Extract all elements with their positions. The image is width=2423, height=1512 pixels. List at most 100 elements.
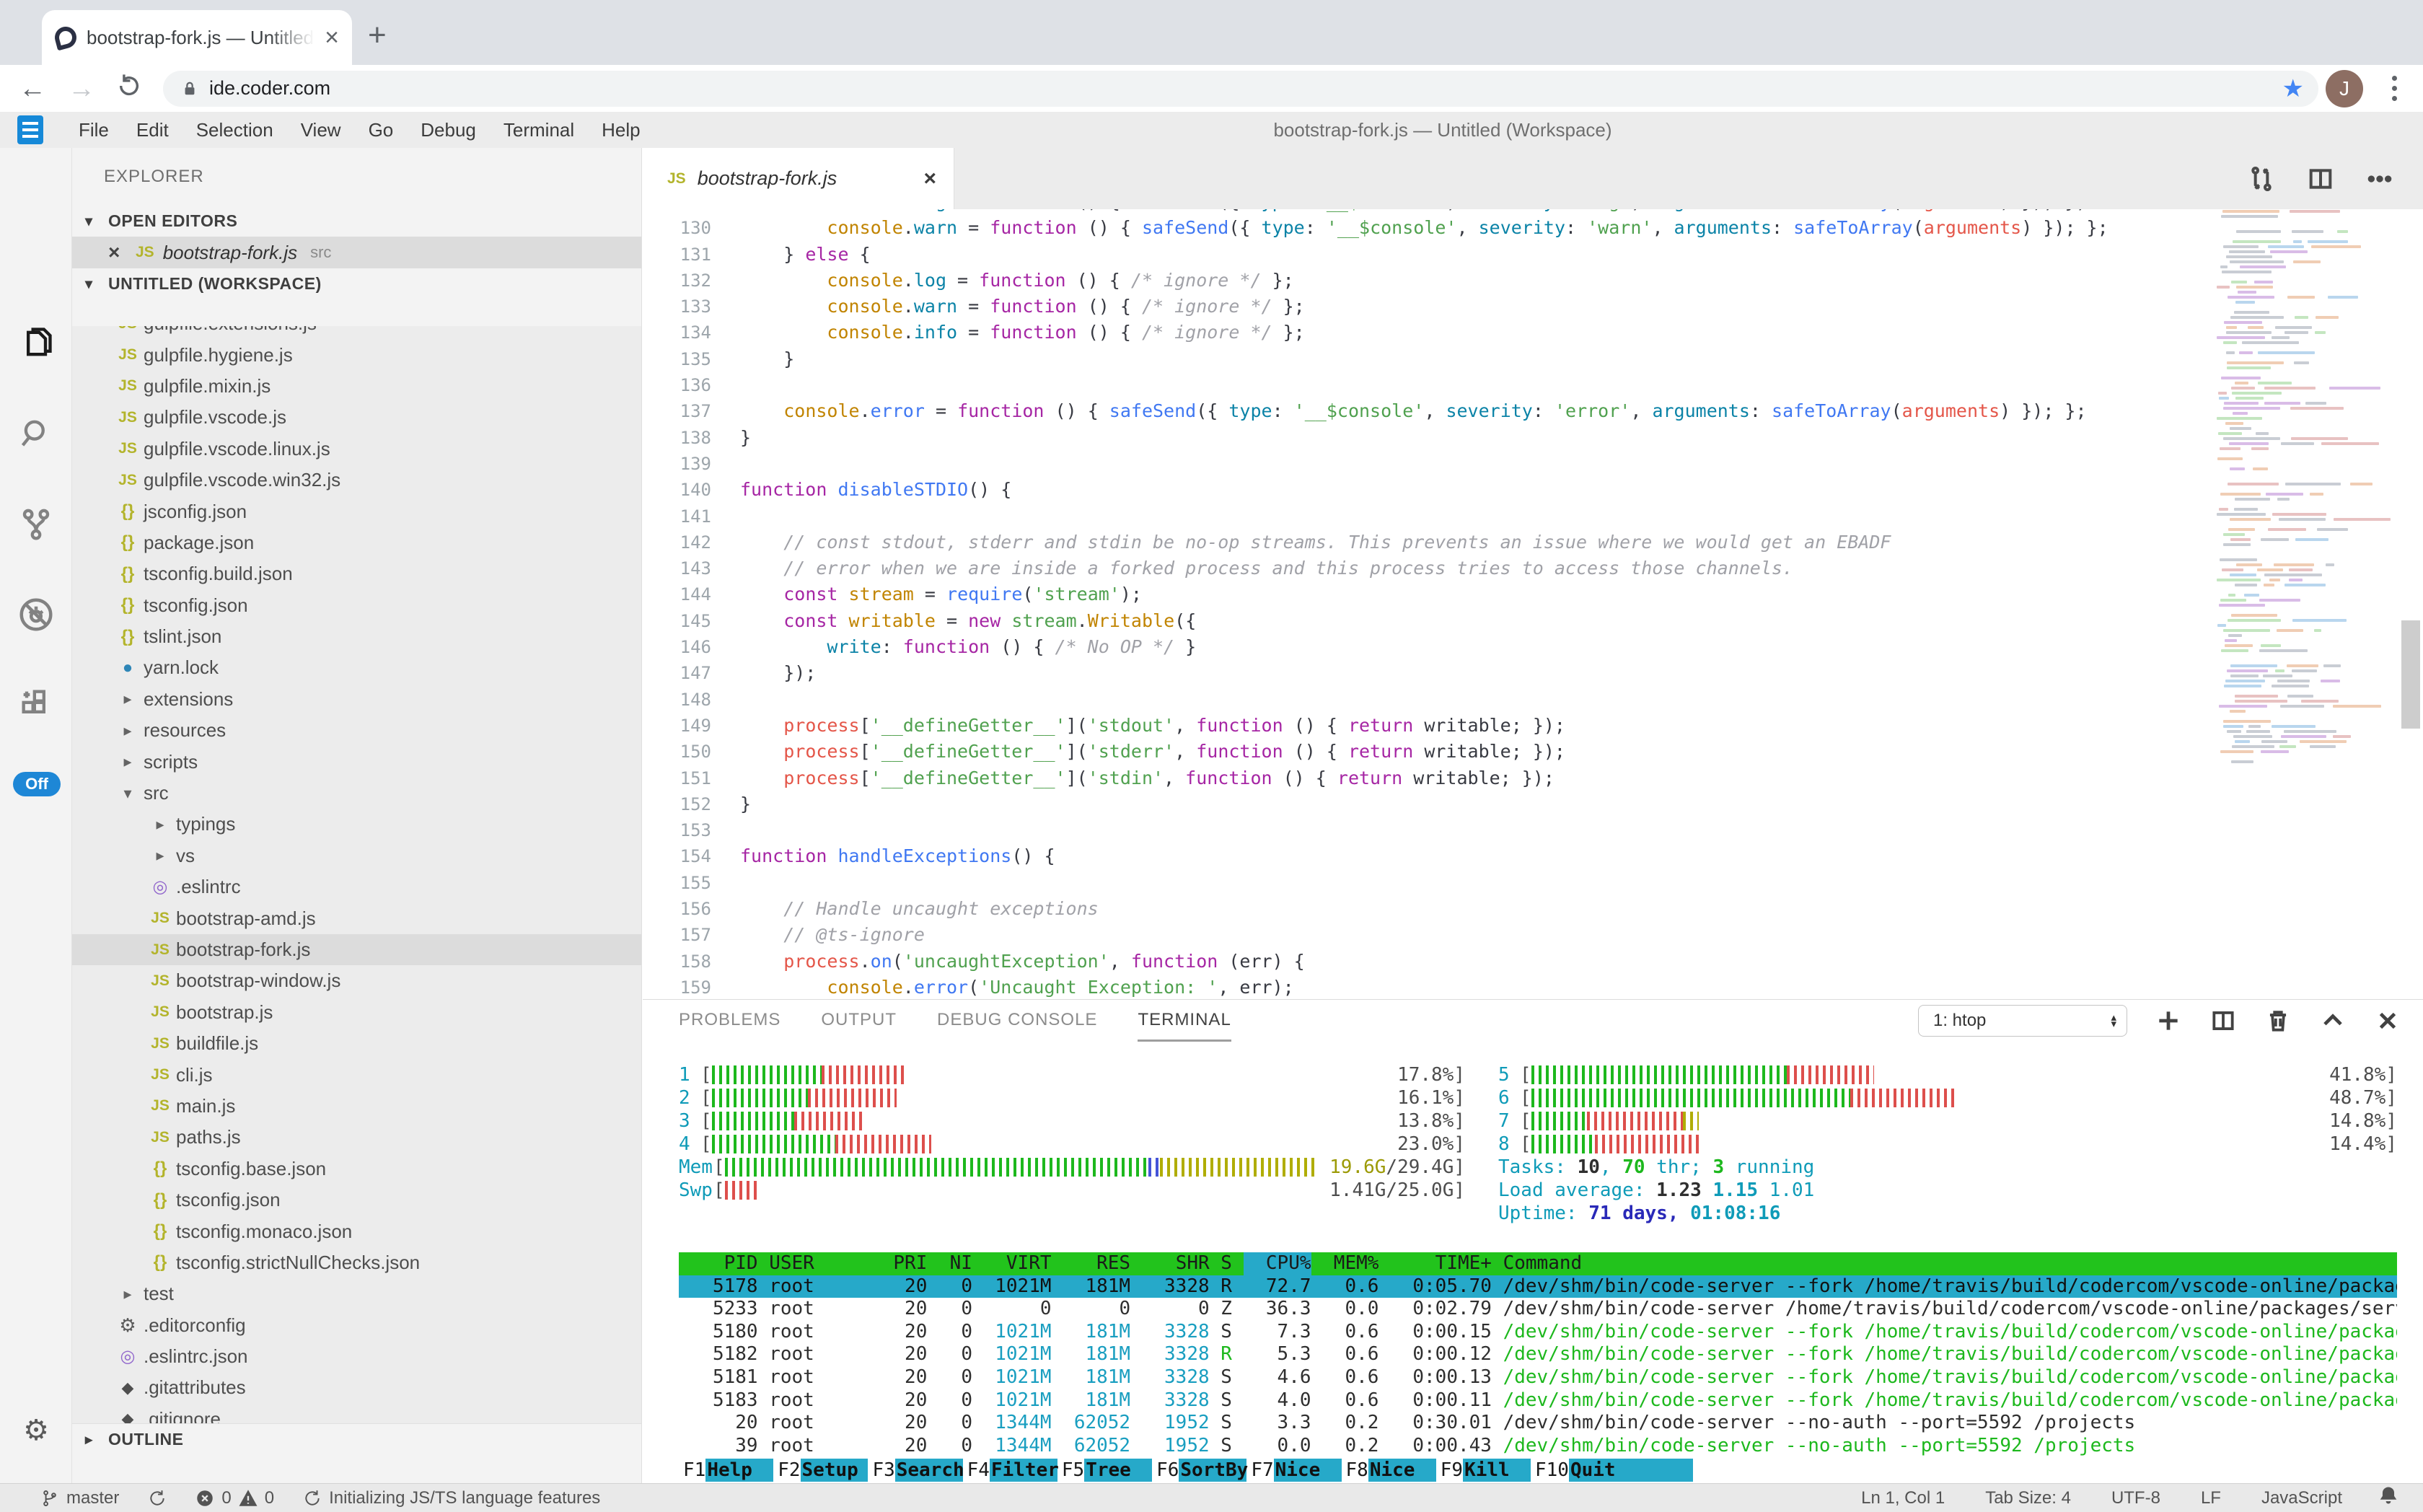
new-tab-button[interactable]: +: [368, 17, 387, 53]
tree-item-bootstrap-window.js[interactable]: JSbootstrap-window.js: [72, 965, 641, 996]
menu-help[interactable]: Help: [588, 119, 654, 141]
fkey-label-F5[interactable]: Tree: [1084, 1459, 1152, 1482]
tree-item-src[interactable]: ▾src: [72, 778, 641, 809]
tree-item-paths.js[interactable]: JSpaths.js: [72, 1122, 641, 1153]
terminal[interactable]: 1[17.8%]2[16.1%]3[13.8%]4[23.0%]Mem[19.6…: [643, 1042, 2423, 1483]
git-branch-indicator[interactable]: master: [40, 1488, 119, 1508]
tree-item-jsconfig.json[interactable]: {}jsconfig.json: [72, 496, 641, 527]
tab-close-icon[interactable]: ×: [923, 167, 936, 191]
browser-tab[interactable]: bootstrap-fork.js — Untitled (W ×: [42, 10, 352, 65]
tree-item-tsconfig.strictNullChecks.json[interactable]: {}tsconfig.strictNullChecks.json: [72, 1247, 641, 1278]
code-editor[interactable]: 129 console.log = function () { safeSend…: [643, 209, 2423, 999]
tree-item-buildfile.js[interactable]: JSbuildfile.js: [72, 1028, 641, 1059]
fkey-F1[interactable]: F1: [679, 1459, 705, 1482]
tree-item-bootstrap-fork.js[interactable]: JSbootstrap-fork.js: [72, 934, 641, 965]
tree-item-test[interactable]: ▸test: [72, 1278, 641, 1309]
fkey-label-F9[interactable]: Kill: [1463, 1459, 1531, 1482]
tree-item-extensions[interactable]: ▸extensions: [72, 684, 641, 715]
process-row-39[interactable]: 39root2001344M620521952S0.00.20:00.43/de…: [679, 1435, 2397, 1458]
process-row-20[interactable]: 20root2001344M620521952S3.30.20:30.01/de…: [679, 1412, 2397, 1435]
tree-item-gulpfile.extensions.js[interactable]: JSgulpfile.extensions.js: [72, 326, 641, 339]
menu-edit[interactable]: Edit: [123, 119, 183, 141]
fkey-F4[interactable]: F4: [963, 1459, 990, 1482]
panel-tab-problems[interactable]: PROBLEMS: [679, 1000, 780, 1042]
app-logo-icon[interactable]: [17, 115, 43, 144]
split-terminal-icon[interactable]: [2209, 1007, 2237, 1034]
debug-disabled-icon[interactable]: [0, 595, 72, 634]
maximize-panel-icon[interactable]: [2319, 1007, 2347, 1034]
menu-view[interactable]: View: [287, 119, 355, 141]
bookmark-star-icon[interactable]: ★: [2282, 74, 2304, 103]
editor-tab[interactable]: JS bootstrap-fork.js ×: [643, 148, 954, 209]
status-lf[interactable]: LF: [2201, 1488, 2221, 1508]
tree-item-.gitignore[interactable]: ◆.gitignore: [72, 1404, 641, 1424]
explorer-icon[interactable]: [0, 325, 72, 362]
fkey-label-F2[interactable]: Setup: [801, 1459, 869, 1482]
language-status[interactable]: Initializing JS/TS language features: [303, 1488, 600, 1508]
tree-item-gulpfile.hygiene.js[interactable]: JSgulpfile.hygiene.js: [72, 339, 641, 370]
fkey-label-F10[interactable]: Quit: [1569, 1459, 1637, 1482]
fkey-F5[interactable]: F5: [1057, 1459, 1084, 1482]
avatar[interactable]: J: [2326, 70, 2363, 107]
tree-item-tslint.json[interactable]: {}tslint.json: [72, 621, 641, 652]
panel-tab-output[interactable]: OUTPUT: [821, 1000, 897, 1042]
fkey-F6[interactable]: F6: [1152, 1459, 1179, 1482]
back-icon[interactable]: ←: [19, 75, 46, 102]
menu-selection[interactable]: Selection: [183, 119, 287, 141]
search-icon[interactable]: [0, 415, 72, 452]
fkey-label-F3[interactable]: Search: [895, 1459, 963, 1482]
open-editors-header[interactable]: ▾ OPEN EDITORS: [72, 206, 641, 237]
terminal-select[interactable]: 1: htop ▴▾: [1918, 1005, 2127, 1037]
tree-item-.gitattributes[interactable]: ◆.gitattributes: [72, 1372, 641, 1403]
collaboration-off-badge[interactable]: Off: [13, 772, 61, 796]
status-tab-size-4[interactable]: Tab Size: 4: [1985, 1488, 2071, 1508]
tree-item-bootstrap.js[interactable]: JSbootstrap.js: [72, 997, 641, 1028]
menu-terminal[interactable]: Terminal: [490, 119, 588, 141]
menu-file[interactable]: File: [65, 119, 123, 141]
editor-scrollbar[interactable]: [2401, 620, 2420, 729]
fkey-F3[interactable]: F3: [868, 1459, 894, 1482]
tree-item-tsconfig.json[interactable]: {}tsconfig.json: [72, 1184, 641, 1216]
new-terminal-icon[interactable]: [2155, 1007, 2182, 1034]
minimap[interactable]: [2214, 209, 2394, 999]
tree-item-.eslintrc.json[interactable]: ◎.eslintrc.json: [72, 1341, 641, 1372]
process-row-5182[interactable]: 5182root2001021M181M3328R5.30.60:00.12/d…: [679, 1343, 2397, 1366]
extensions-icon[interactable]: [0, 685, 72, 723]
tree-item-gulpfile.vscode.js[interactable]: JSgulpfile.vscode.js: [72, 402, 641, 433]
htop-table-header[interactable]: PIDUSERPRINIVIRTRESSHRSCPU%MEM%TIME+Comm…: [679, 1252, 2397, 1275]
panel-tab-debug-console[interactable]: DEBUG CONSOLE: [937, 1000, 1097, 1042]
process-row-5233[interactable]: 5233root200000Z36.30.00:02.79/dev/shm/bi…: [679, 1298, 2397, 1321]
more-actions-icon[interactable]: [2365, 164, 2394, 193]
url-bar[interactable]: ide.coder.com: [163, 71, 2318, 107]
split-editor-icon[interactable]: [2306, 164, 2335, 193]
menu-debug[interactable]: Debug: [407, 119, 490, 141]
fkey-label-F8[interactable]: Nice +: [1368, 1459, 1436, 1482]
fkey-label-F1[interactable]: Help: [705, 1459, 773, 1482]
tree-item-cli.js[interactable]: JScli.js: [72, 1059, 641, 1090]
workspace-header[interactable]: ▾ UNTITLED (WORKSPACE): [72, 268, 641, 299]
forward-icon[interactable]: →: [68, 75, 95, 102]
tree-item-.eslintrc[interactable]: ◎.eslintrc: [72, 871, 641, 902]
fkey-F2[interactable]: F2: [773, 1459, 800, 1482]
problems-indicator[interactable]: 0 0: [195, 1488, 274, 1508]
fkey-F10[interactable]: F10: [1531, 1459, 1569, 1482]
tree-item-gulpfile.vscode.win32.js[interactable]: JSgulpfile.vscode.win32.js: [72, 465, 641, 496]
browser-menu-icon[interactable]: [2385, 76, 2404, 101]
status-utf-8[interactable]: UTF-8: [2111, 1488, 2160, 1508]
status-ln-1-col-1[interactable]: Ln 1, Col 1: [1861, 1488, 1945, 1508]
close-panel-icon[interactable]: [2374, 1007, 2401, 1034]
tree-item-resources[interactable]: ▸resources: [72, 715, 641, 746]
process-row-5178[interactable]: 5178root2001021M181M3328R72.70.60:05.70/…: [679, 1275, 2397, 1298]
process-row-5181[interactable]: 5181root2001021M181M3328S4.60.60:00.13/d…: [679, 1366, 2397, 1389]
tree-item-typings[interactable]: ▸typings: [72, 809, 641, 840]
outline-header[interactable]: ▸ OUTLINE: [72, 1423, 641, 1454]
kill-terminal-icon[interactable]: [2264, 1007, 2292, 1034]
open-editor-item[interactable]: × JS bootstrap-fork.js src: [72, 237, 641, 268]
tree-item-package.json[interactable]: {}package.json: [72, 527, 641, 558]
fkey-label-F6[interactable]: SortBy: [1179, 1459, 1246, 1482]
tree-item-scripts[interactable]: ▸scripts: [72, 746, 641, 777]
fkey-F7[interactable]: F7: [1246, 1459, 1273, 1482]
fkey-F9[interactable]: F9: [1436, 1459, 1463, 1482]
panel-tab-terminal[interactable]: TERMINAL: [1138, 1000, 1231, 1042]
tab-close-icon[interactable]: ×: [325, 25, 339, 50]
